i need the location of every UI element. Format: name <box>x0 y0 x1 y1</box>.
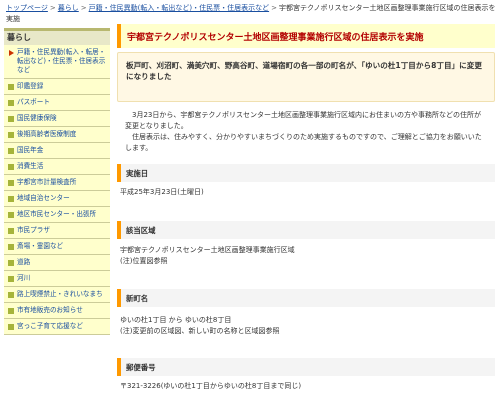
sidebar-item-jichi[interactable]: 地域自治センター <box>4 191 110 207</box>
square-bullet-icon <box>8 260 14 266</box>
sidebar-item-label: 河川 <box>17 274 31 282</box>
square-bullet-icon <box>8 292 14 298</box>
sidebar-item-label: 市民プラザ <box>17 226 50 234</box>
sidebar-item-plaza[interactable]: 市民プラザ <box>4 223 110 239</box>
sidebar-item-label: 印鑑登録 <box>17 82 44 90</box>
square-bullet-icon <box>8 148 14 154</box>
square-bullet-icon <box>8 84 14 90</box>
sidebar-item-label: 道路 <box>17 258 31 266</box>
sidebar-item-label: 宮っこ子育て応援など <box>17 322 83 330</box>
sidebar-item-label: 後期高齢者医療制度 <box>17 130 77 138</box>
section-line: (注)位置図参照 <box>120 256 168 265</box>
square-bullet-icon <box>8 244 14 250</box>
section-line: (注)変更前の区域図、新しい町の名称と区域図参照 <box>120 326 280 335</box>
square-bullet-icon <box>8 164 14 170</box>
sidebar-item-keiryo[interactable]: 宇都宮市計量検査所 <box>4 175 110 191</box>
sidebar-item-label: 市有地販売のお知らせ <box>17 306 83 314</box>
sidebar-item-doro[interactable]: 道路 <box>4 255 110 271</box>
sidebar-nav: 暮らし 戸籍・住民異動(転入・転居・転出など)・住民票・住居表示など 印鑑登録 … <box>4 28 110 335</box>
sidebar-item-label: 国民年金 <box>17 146 44 154</box>
sidebar-item-label: パスポート <box>17 98 50 106</box>
square-bullet-icon <box>8 116 14 122</box>
square-bullet-icon <box>8 276 14 282</box>
section-heading-postal: 郵便番号 <box>117 358 495 376</box>
breadcrumb-separator: > <box>271 4 277 12</box>
sidebar-item-label: 消費生活 <box>17 162 44 170</box>
sidebar-item-saijo[interactable]: 斎場・霊園など <box>4 239 110 255</box>
breadcrumb-separator: > <box>80 4 87 12</box>
intro-text: 3月23日から、宇都宮テクノポリスセンター土地区画整理事業施行区域内にお住まいの… <box>117 110 495 154</box>
section-line: 宇都宮テクノポリスセンター土地区画整理事業施行区域 <box>120 246 295 254</box>
breadcrumb-home-link[interactable]: トップページ <box>6 4 48 12</box>
section-body-date: 平成25年3月23日(土曜日) <box>120 187 492 198</box>
sidebar-item-kokuho[interactable]: 国民健康保険 <box>4 111 110 127</box>
section-body-postal: 〒321-3226(ゆいの杜1丁目からゆいの杜8丁目まで同じ) <box>120 381 492 392</box>
arrow-right-icon <box>9 50 14 56</box>
notice-box: 板戸町、刈沼町、満美穴町、野高谷町、道場宿町の各一部の町名が、「ゆいの杜1丁目か… <box>117 52 495 102</box>
square-bullet-icon <box>8 324 14 330</box>
breadcrumb-kurashi-link[interactable]: 暮らし <box>58 4 79 12</box>
section-line: 〒321-3226(ゆいの杜1丁目からゆいの杜8丁目まで同じ) <box>120 382 302 390</box>
sidebar-item-nenkin[interactable]: 国民年金 <box>4 143 110 159</box>
sidebar-item-label: 宇都宮市計量検査所 <box>17 178 77 186</box>
sidebar-item-kitsuen[interactable]: 路上喫煙禁止・きれいなまち <box>4 287 110 303</box>
section-heading-new-town: 新町名 <box>117 289 495 307</box>
sidebar-item-inkan[interactable]: 印鑑登録 <box>4 79 110 95</box>
sidebar-item-label: 路上喫煙禁止・きれいなまち <box>17 290 103 298</box>
section-heading-area: 該当区域 <box>117 221 495 239</box>
square-bullet-icon <box>8 308 14 314</box>
sidebar-item-passport[interactable]: パスポート <box>4 95 110 111</box>
breadcrumb-separator: > <box>49 4 56 12</box>
sidebar-item-kasen[interactable]: 河川 <box>4 271 110 287</box>
square-bullet-icon <box>8 100 14 106</box>
square-bullet-icon <box>8 132 14 138</box>
square-bullet-icon <box>8 212 14 218</box>
page-title: 宇都宮テクノポリスセンター土地区画整理事業施行区域の住居表示を実施 <box>117 24 495 48</box>
sidebar-item-label: 国民健康保険 <box>17 114 57 122</box>
breadcrumb-koseki-link[interactable]: 戸籍・住民異動(転入・転出など)・住民票・住居表示など <box>89 4 269 12</box>
sidebar-item-koseki[interactable]: 戸籍・住民異動(転入・転居・転出など)・住民票・住居表示など <box>4 45 110 79</box>
section-line: 平成25年3月23日(土曜日) <box>120 188 204 196</box>
sidebar-item-koki[interactable]: 後期高齢者医療制度 <box>4 127 110 143</box>
sidebar-heading: 暮らし <box>4 28 110 45</box>
sidebar-item-shohi[interactable]: 消費生活 <box>4 159 110 175</box>
sidebar-item-label: 地域自治センター <box>17 194 70 202</box>
square-bullet-icon <box>8 196 14 202</box>
main-content: 宇都宮テクノポリスセンター土地区画整理事業施行区域の住居表示を実施 板戸町、刈沼… <box>117 24 495 390</box>
section-line: ゆいの杜1丁目 から ゆいの杜8丁目 <box>120 316 232 324</box>
section-heading-date: 実施日 <box>117 164 495 182</box>
section-body-area: 宇都宮テクノポリスセンター土地区画整理事業施行区域 (注)位置図参照 <box>120 245 492 266</box>
sidebar-item-label: 地区市民センター・出張所 <box>17 210 97 218</box>
sidebar-item-label: 戸籍・住民異動(転入・転居・転出など)・住民票・住居表示など <box>17 48 106 74</box>
intro-paragraph: 住居表示は、住みやすく、分かりやすいまちづくりのため実施するものですので、ご理解… <box>125 133 482 152</box>
sidebar-item-shimin-center[interactable]: 地区市民センター・出張所 <box>4 207 110 223</box>
sidebar-item-kosodate[interactable]: 宮っこ子育て応援など <box>4 319 110 335</box>
breadcrumb: トップページ > 暮らし > 戸籍・住民異動(転入・転出など)・住民票・住居表示など > 宇… <box>6 3 496 25</box>
square-bullet-icon <box>8 228 14 234</box>
sidebar-item-shiyuchi[interactable]: 市有地販売のお知らせ <box>4 303 110 319</box>
section-body-new-town: ゆいの杜1丁目 から ゆいの杜8丁目 (注)変更前の区域図、新しい町の名称と区域… <box>120 315 492 336</box>
intro-paragraph: 3月23日から、宇都宮テクノポリスセンター土地区画整理事業施行区域内にお住まいの… <box>125 111 481 130</box>
square-bullet-icon <box>8 180 14 186</box>
sidebar-item-label: 斎場・霊園など <box>17 242 64 250</box>
